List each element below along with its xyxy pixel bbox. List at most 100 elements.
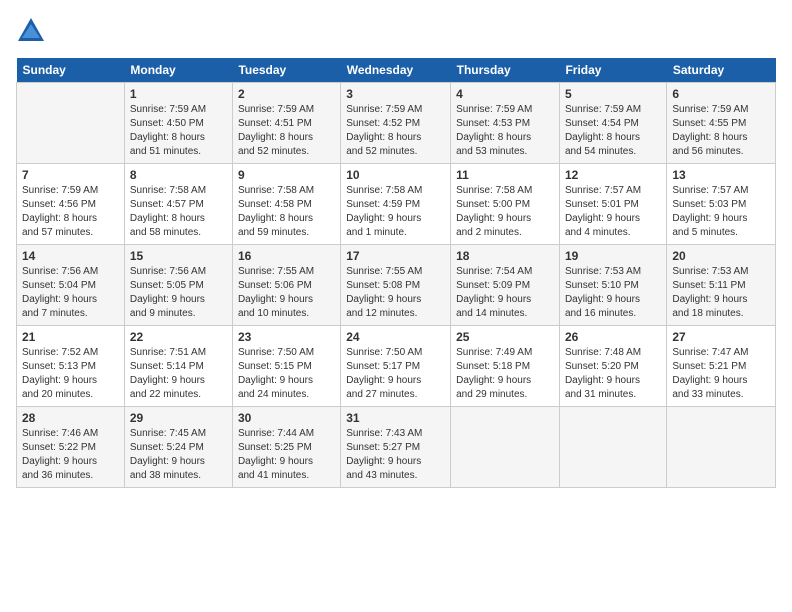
calendar-cell: 30 Sunrise: 7:44 AM Sunset: 5:25 PM Dayli… xyxy=(232,407,340,488)
col-header-tuesday: Tuesday xyxy=(232,58,340,83)
logo xyxy=(16,16,50,46)
day-number: 17 xyxy=(346,249,445,263)
calendar-cell: 29 Sunrise: 7:45 AM Sunset: 5:24 PM Dayli… xyxy=(124,407,232,488)
day-number: 12 xyxy=(565,168,661,182)
calendar-cell xyxy=(667,407,776,488)
week-row-3: 14 Sunrise: 7:56 AM Sunset: 5:04 PM Dayli… xyxy=(17,245,776,326)
day-number: 15 xyxy=(130,249,227,263)
calendar-cell: 14 Sunrise: 7:56 AM Sunset: 5:04 PM Dayli… xyxy=(17,245,125,326)
calendar-cell: 16 Sunrise: 7:55 AM Sunset: 5:06 PM Dayli… xyxy=(232,245,340,326)
week-row-4: 21 Sunrise: 7:52 AM Sunset: 5:13 PM Dayli… xyxy=(17,326,776,407)
day-number: 11 xyxy=(456,168,554,182)
day-number: 4 xyxy=(456,87,554,101)
day-number: 19 xyxy=(565,249,661,263)
col-header-friday: Friday xyxy=(559,58,666,83)
calendar-cell: 27 Sunrise: 7:47 AM Sunset: 5:21 PM Dayli… xyxy=(667,326,776,407)
col-header-saturday: Saturday xyxy=(667,58,776,83)
calendar-cell: 9 Sunrise: 7:58 AM Sunset: 4:58 PM Daylig… xyxy=(232,164,340,245)
calendar-cell: 20 Sunrise: 7:53 AM Sunset: 5:11 PM Dayli… xyxy=(667,245,776,326)
calendar-cell: 28 Sunrise: 7:46 AM Sunset: 5:22 PM Dayli… xyxy=(17,407,125,488)
header xyxy=(16,16,776,46)
calendar-cell: 31 Sunrise: 7:43 AM Sunset: 5:27 PM Dayli… xyxy=(341,407,451,488)
day-number: 21 xyxy=(22,330,119,344)
page-container: SundayMondayTuesdayWednesdayThursdayFrid… xyxy=(0,0,792,498)
day-number: 13 xyxy=(672,168,770,182)
day-number: 29 xyxy=(130,411,227,425)
calendar-cell: 21 Sunrise: 7:52 AM Sunset: 5:13 PM Dayli… xyxy=(17,326,125,407)
calendar-table: SundayMondayTuesdayWednesdayThursdayFrid… xyxy=(16,58,776,488)
day-number: 20 xyxy=(672,249,770,263)
day-number: 9 xyxy=(238,168,335,182)
day-info: Sunrise: 7:56 AM Sunset: 5:05 PM Dayligh… xyxy=(130,265,227,321)
col-header-monday: Monday xyxy=(124,58,232,83)
calendar-cell: 15 Sunrise: 7:56 AM Sunset: 5:05 PM Dayli… xyxy=(124,245,232,326)
week-row-2: 7 Sunrise: 7:59 AM Sunset: 4:56 PM Daylig… xyxy=(17,164,776,245)
calendar-cell: 18 Sunrise: 7:54 AM Sunset: 5:09 PM Dayli… xyxy=(451,245,560,326)
day-info: Sunrise: 7:53 AM Sunset: 5:11 PM Dayligh… xyxy=(672,265,770,321)
week-row-1: 1Sunrise: 7:59 AM Sunset: 4:50 PM Daylig… xyxy=(17,83,776,164)
day-info: Sunrise: 7:59 AM Sunset: 4:52 PM Dayligh… xyxy=(346,103,445,159)
day-info: Sunrise: 7:51 AM Sunset: 5:14 PM Dayligh… xyxy=(130,346,227,402)
day-info: Sunrise: 7:58 AM Sunset: 4:57 PM Dayligh… xyxy=(130,184,227,240)
day-info: Sunrise: 7:43 AM Sunset: 5:27 PM Dayligh… xyxy=(346,427,445,483)
col-header-thursday: Thursday xyxy=(451,58,560,83)
day-info: Sunrise: 7:49 AM Sunset: 5:18 PM Dayligh… xyxy=(456,346,554,402)
day-number: 5 xyxy=(565,87,661,101)
day-info: Sunrise: 7:45 AM Sunset: 5:24 PM Dayligh… xyxy=(130,427,227,483)
calendar-cell: 12 Sunrise: 7:57 AM Sunset: 5:01 PM Dayli… xyxy=(559,164,666,245)
calendar-cell: 11 Sunrise: 7:58 AM Sunset: 5:00 PM Dayli… xyxy=(451,164,560,245)
calendar-cell: 19 Sunrise: 7:53 AM Sunset: 5:10 PM Dayli… xyxy=(559,245,666,326)
logo-icon xyxy=(16,16,46,46)
day-info: Sunrise: 7:57 AM Sunset: 5:01 PM Dayligh… xyxy=(565,184,661,240)
calendar-cell: 10Sunrise: 7:58 AM Sunset: 4:59 PM Dayli… xyxy=(341,164,451,245)
day-number: 28 xyxy=(22,411,119,425)
day-number: 8 xyxy=(130,168,227,182)
calendar-cell xyxy=(451,407,560,488)
day-number: 31 xyxy=(346,411,445,425)
day-info: Sunrise: 7:59 AM Sunset: 4:55 PM Dayligh… xyxy=(672,103,770,159)
calendar-cell: 3 Sunrise: 7:59 AM Sunset: 4:52 PM Daylig… xyxy=(341,83,451,164)
calendar-cell: 1Sunrise: 7:59 AM Sunset: 4:50 PM Daylig… xyxy=(124,83,232,164)
day-number: 3 xyxy=(346,87,445,101)
day-info: Sunrise: 7:57 AM Sunset: 5:03 PM Dayligh… xyxy=(672,184,770,240)
calendar-cell: 22 Sunrise: 7:51 AM Sunset: 5:14 PM Dayli… xyxy=(124,326,232,407)
day-info: Sunrise: 7:55 AM Sunset: 5:06 PM Dayligh… xyxy=(238,265,335,321)
col-header-sunday: Sunday xyxy=(17,58,125,83)
day-number: 1 xyxy=(130,87,227,101)
day-number: 27 xyxy=(672,330,770,344)
day-info: Sunrise: 7:47 AM Sunset: 5:21 PM Dayligh… xyxy=(672,346,770,402)
day-number: 23 xyxy=(238,330,335,344)
day-info: Sunrise: 7:46 AM Sunset: 5:22 PM Dayligh… xyxy=(22,427,119,483)
day-info: Sunrise: 7:59 AM Sunset: 4:56 PM Dayligh… xyxy=(22,184,119,240)
day-number: 7 xyxy=(22,168,119,182)
day-number: 14 xyxy=(22,249,119,263)
day-info: Sunrise: 7:58 AM Sunset: 5:00 PM Dayligh… xyxy=(456,184,554,240)
calendar-cell: 17Sunrise: 7:55 AM Sunset: 5:08 PM Dayli… xyxy=(341,245,451,326)
day-number: 25 xyxy=(456,330,554,344)
day-info: Sunrise: 7:58 AM Sunset: 4:58 PM Dayligh… xyxy=(238,184,335,240)
day-info: Sunrise: 7:56 AM Sunset: 5:04 PM Dayligh… xyxy=(22,265,119,321)
calendar-cell: 23Sunrise: 7:50 AM Sunset: 5:15 PM Dayli… xyxy=(232,326,340,407)
calendar-cell xyxy=(559,407,666,488)
day-info: Sunrise: 7:54 AM Sunset: 5:09 PM Dayligh… xyxy=(456,265,554,321)
day-number: 22 xyxy=(130,330,227,344)
day-info: Sunrise: 7:53 AM Sunset: 5:10 PM Dayligh… xyxy=(565,265,661,321)
day-info: Sunrise: 7:44 AM Sunset: 5:25 PM Dayligh… xyxy=(238,427,335,483)
calendar-cell: 2Sunrise: 7:59 AM Sunset: 4:51 PM Daylig… xyxy=(232,83,340,164)
calendar-cell: 24Sunrise: 7:50 AM Sunset: 5:17 PM Dayli… xyxy=(341,326,451,407)
day-number: 2 xyxy=(238,87,335,101)
day-info: Sunrise: 7:59 AM Sunset: 4:53 PM Dayligh… xyxy=(456,103,554,159)
day-number: 18 xyxy=(456,249,554,263)
day-number: 6 xyxy=(672,87,770,101)
day-info: Sunrise: 7:50 AM Sunset: 5:17 PM Dayligh… xyxy=(346,346,445,402)
calendar-cell xyxy=(17,83,125,164)
header-row: SundayMondayTuesdayWednesdayThursdayFrid… xyxy=(17,58,776,83)
day-number: 10 xyxy=(346,168,445,182)
calendar-cell: 8 Sunrise: 7:58 AM Sunset: 4:57 PM Daylig… xyxy=(124,164,232,245)
day-number: 16 xyxy=(238,249,335,263)
calendar-cell: 4 Sunrise: 7:59 AM Sunset: 4:53 PM Daylig… xyxy=(451,83,560,164)
day-info: Sunrise: 7:52 AM Sunset: 5:13 PM Dayligh… xyxy=(22,346,119,402)
calendar-cell: 6 Sunrise: 7:59 AM Sunset: 4:55 PM Daylig… xyxy=(667,83,776,164)
day-number: 30 xyxy=(238,411,335,425)
calendar-cell: 7 Sunrise: 7:59 AM Sunset: 4:56 PM Daylig… xyxy=(17,164,125,245)
